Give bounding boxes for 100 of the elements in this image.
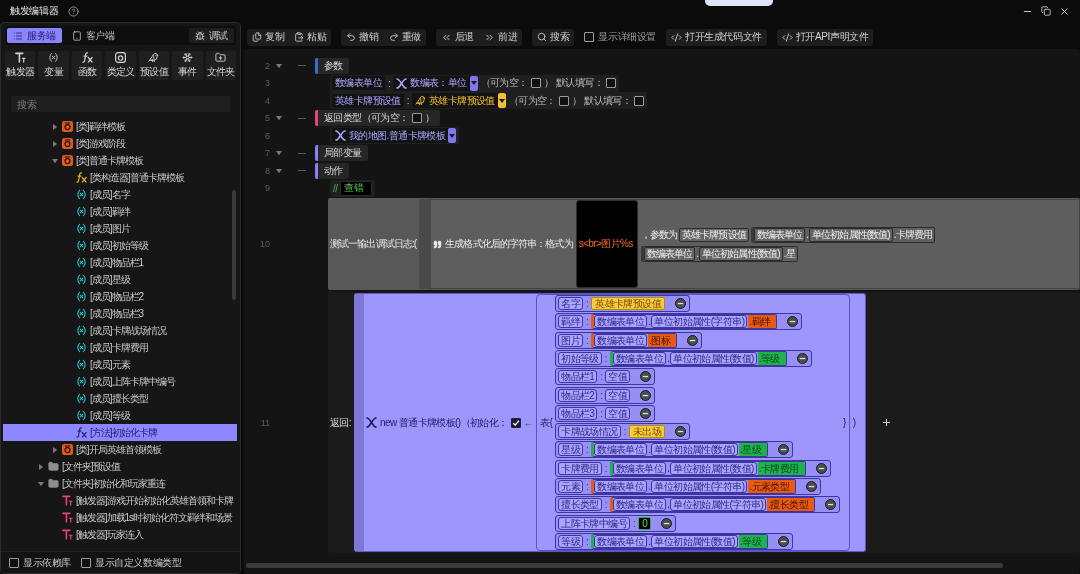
toolbar-button[interactable]: 重做 bbox=[383, 28, 426, 46]
checkbox[interactable] bbox=[558, 95, 569, 106]
checkbox[interactable] bbox=[9, 557, 19, 568]
field-key: 物品栏2 bbox=[558, 388, 598, 402]
tab[interactable]: 客户端 bbox=[65, 28, 121, 43]
debug-button[interactable]: 调试 bbox=[188, 28, 234, 43]
tree-item[interactable]: [类构造器]普通卡牌模板 bbox=[3, 169, 237, 186]
checkbox[interactable] bbox=[530, 78, 541, 89]
field-key: 上阵卡牌中编号 bbox=[558, 516, 630, 530]
tree-item[interactable]: [类]羁绊模板 bbox=[3, 118, 237, 135]
minus-circle-icon[interactable] bbox=[806, 481, 818, 493]
minus-circle-icon[interactable] bbox=[640, 389, 652, 401]
dropdown-caret-icon[interactable] bbox=[448, 128, 457, 144]
minus-circle-icon[interactable] bbox=[640, 407, 652, 419]
tree-arrow-icon[interactable] bbox=[51, 140, 58, 147]
comment-field[interactable]: 查错 bbox=[340, 180, 373, 196]
vertical-scrollbar[interactable] bbox=[232, 190, 236, 300]
plus-icon[interactable] bbox=[881, 417, 893, 428]
tree-item[interactable]: [成员]物品栏2 bbox=[3, 288, 237, 305]
tree-item[interactable]: [类]游戏阶段 bbox=[3, 135, 237, 152]
checkbox-label[interactable]: 显示自定义数编类型 bbox=[95, 555, 182, 570]
minus-circle-icon[interactable] bbox=[674, 298, 686, 310]
checkbox[interactable] bbox=[606, 78, 617, 89]
minus-circle-icon[interactable] bbox=[778, 535, 789, 547]
tree-item[interactable]: [成员]卡牌费用 bbox=[3, 339, 237, 356]
checkbox[interactable] bbox=[411, 113, 422, 124]
toolbar-button[interactable]: 搜索 bbox=[532, 28, 575, 46]
tree-item[interactable]: [成员]物品栏1 bbox=[3, 254, 237, 271]
toolbar-button[interactable]: 复制 bbox=[247, 28, 290, 46]
tree-item[interactable]: [类]开局英雄首领模板 bbox=[3, 441, 237, 458]
tree-arrow-icon[interactable] bbox=[51, 446, 58, 453]
fold-arrow-icon[interactable] bbox=[276, 62, 282, 69]
minus-circle-icon[interactable] bbox=[687, 334, 699, 346]
tree-item[interactable]: [方法]初始化卡牌 bbox=[3, 424, 237, 441]
tree-item[interactable]: [文件夹]初始化和玩家重连 bbox=[3, 475, 237, 492]
type-dropdown[interactable]: 数编表：单位 bbox=[393, 75, 478, 91]
help-icon[interactable] bbox=[67, 5, 79, 17]
tree-item[interactable]: [类]普通卡牌模板 bbox=[3, 152, 237, 169]
tree-item[interactable]: [成员]卡牌战场情况 bbox=[3, 322, 237, 339]
tree-item[interactable]: [成员]图片 bbox=[3, 220, 237, 237]
variable-icon bbox=[48, 52, 60, 63]
checkbox-label[interactable]: 显示详细设置 bbox=[598, 30, 657, 44]
tool-button[interactable]: 函数 bbox=[71, 51, 103, 80]
toolbar-button[interactable]: 打开API声明文件 bbox=[776, 28, 874, 46]
letter-t-icon bbox=[14, 52, 26, 63]
close-icon[interactable] bbox=[1059, 5, 1070, 17]
restore-icon[interactable] bbox=[1041, 6, 1051, 16]
checkbox[interactable] bbox=[634, 95, 645, 106]
tool-button[interactable]: 预设值 bbox=[138, 51, 170, 80]
tree-item[interactable]: [成员]初始等级 bbox=[3, 237, 237, 254]
tree-item[interactable]: [触发器]游戏开始初始化英雄首领和卡牌 bbox=[3, 492, 237, 509]
tree-item[interactable]: [成员]羁绊 bbox=[3, 203, 237, 220]
tree-arrow-icon[interactable] bbox=[37, 463, 44, 470]
tree-item[interactable]: [成员]元素 bbox=[3, 356, 237, 373]
type-dropdown[interactable]: 我的地图.普通卡牌模板 bbox=[332, 128, 457, 144]
toolbar-button[interactable]: 后退 bbox=[435, 28, 479, 46]
attribute-chip: 单位初始属性(数值) bbox=[809, 227, 893, 242]
tool-button[interactable]: 类定义 bbox=[105, 51, 136, 80]
fold-arrow-icon[interactable] bbox=[276, 167, 282, 174]
fold-arrow-icon[interactable] bbox=[276, 115, 282, 122]
minus-circle-icon[interactable] bbox=[824, 499, 836, 511]
tree-item[interactable]: [成员]名字 bbox=[3, 186, 237, 203]
minus-circle-icon[interactable] bbox=[674, 426, 686, 438]
minus-circle-icon[interactable] bbox=[640, 371, 652, 383]
minus-circle-icon[interactable] bbox=[815, 462, 827, 474]
minus-circle-icon[interactable] bbox=[778, 444, 789, 456]
format-string-field[interactable]: s<br>图片%s bbox=[575, 200, 638, 288]
checkbox[interactable] bbox=[510, 417, 521, 428]
toolbar-button[interactable]: 前进 bbox=[479, 28, 523, 46]
tree-item[interactable]: [触发器]玩家连入 bbox=[3, 526, 237, 543]
tree-item[interactable]: [触发器]加载1s时初始化符文羁绊和场景 bbox=[3, 509, 237, 526]
tool-button[interactable]: 事件 bbox=[172, 51, 203, 80]
toolbar-button[interactable]: 撤销 bbox=[341, 28, 384, 46]
tab[interactable]: 服务端 bbox=[7, 28, 62, 43]
tree-arrow-icon[interactable] bbox=[51, 123, 58, 130]
tree-item[interactable]: [成员]上阵卡牌中编号 bbox=[3, 373, 237, 390]
minus-circle-icon[interactable] bbox=[787, 316, 799, 328]
tree-arrow-icon[interactable] bbox=[37, 480, 44, 487]
search-field[interactable]: 搜索 bbox=[11, 96, 230, 112]
tree-item[interactable]: [成员]星级 bbox=[3, 271, 237, 288]
dropdown-caret-icon[interactable] bbox=[497, 93, 506, 109]
tree-item[interactable]: [成员]物品栏3 bbox=[3, 305, 237, 322]
toolbar-button[interactable]: 打开生成代码文件 bbox=[666, 28, 767, 46]
tool-button[interactable]: 变量 bbox=[38, 51, 69, 80]
tree-item[interactable]: [文件夹]预设值 bbox=[3, 458, 237, 475]
dropdown-caret-icon[interactable] bbox=[469, 75, 478, 91]
horizontal-scrollbar[interactable] bbox=[246, 563, 1003, 568]
toolbar-button[interactable]: 粘贴 bbox=[289, 28, 332, 46]
minus-circle-icon[interactable] bbox=[661, 517, 673, 529]
checkbox[interactable] bbox=[584, 32, 595, 42]
type-dropdown[interactable]: 英雄卡牌预设值 bbox=[412, 93, 506, 109]
fold-arrow-icon[interactable] bbox=[276, 150, 282, 157]
minus-circle-icon[interactable] bbox=[796, 352, 808, 364]
tool-button[interactable]: 触发器 bbox=[5, 51, 36, 80]
tree-item[interactable]: [成员]等级 bbox=[3, 407, 237, 424]
checkbox[interactable] bbox=[81, 557, 91, 568]
tree-arrow-icon[interactable] bbox=[51, 157, 58, 164]
checkbox-label[interactable]: 显示依赖库 bbox=[23, 555, 71, 570]
tree-item[interactable]: [成员]擅长类型 bbox=[3, 390, 237, 407]
tool-button[interactable]: 文件夹 bbox=[205, 51, 236, 80]
